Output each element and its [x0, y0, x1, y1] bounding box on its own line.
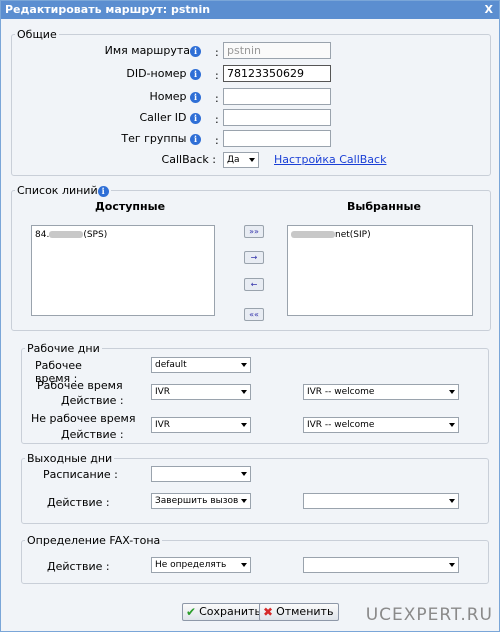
did-label: DID-номер i	[61, 67, 201, 80]
group-tag-input[interactable]	[223, 130, 331, 147]
watermark: UCEXPERT.RU	[365, 605, 493, 625]
group-tag-label: Тег группы i	[61, 132, 201, 145]
info-icon[interactable]: i	[190, 112, 201, 124]
save-button[interactable]: ✔ Сохранить	[182, 603, 267, 621]
weekend-action-target-select[interactable]	[303, 493, 459, 509]
offwork-action-label-2: Действие :	[61, 428, 124, 441]
colon: :	[215, 69, 219, 82]
available-header: Доступные	[95, 200, 166, 213]
info-icon[interactable]: i	[190, 68, 201, 80]
edit-route-dialog: Редактировать маршрут: pstnin X Общие Им…	[0, 0, 500, 632]
number-label: Номер i	[61, 90, 201, 103]
save-button-label: Сохранить	[199, 605, 261, 618]
chevron-down-icon	[249, 158, 255, 162]
redacted-block	[291, 231, 335, 238]
move-left-button[interactable]: ←	[244, 278, 264, 291]
chevron-down-icon	[241, 499, 247, 503]
work-action-label-2: Действие :	[61, 394, 124, 407]
fax-legend: Определение FAX-тона	[27, 534, 161, 547]
fax-action-target-select[interactable]	[303, 557, 459, 573]
callerid-input[interactable]	[223, 109, 331, 126]
checkmark-icon: ✔	[186, 605, 197, 619]
chevron-down-icon	[241, 563, 247, 567]
weekends-legend: Выходные дни	[27, 452, 113, 465]
close-icon: ✖	[263, 605, 274, 619]
callerid-label: Caller ID i	[61, 111, 201, 124]
chevron-down-icon	[241, 363, 247, 367]
did-input[interactable]	[223, 65, 331, 82]
fax-action-label: Действие :	[47, 560, 110, 573]
chevron-down-icon	[449, 499, 455, 503]
work-action-label-1: Рабочее время	[37, 379, 123, 392]
colon: :	[215, 46, 219, 59]
colon: :	[215, 134, 219, 147]
info-icon[interactable]: i	[190, 45, 201, 57]
callback-label: CallBack :	[161, 153, 216, 166]
workdays-legend: Рабочие дни	[27, 342, 100, 355]
fax-action-select[interactable]: Не определять	[151, 557, 251, 573]
info-icon[interactable]: i	[97, 185, 109, 197]
close-button[interactable]: X	[485, 1, 493, 19]
list-item[interactable]: net(SIP)	[291, 230, 469, 240]
colon: :	[215, 113, 219, 126]
lines-legend: Список линий i	[15, 184, 111, 197]
schedule-label: Расписание :	[43, 468, 118, 481]
selected-lines-list[interactable]: net(SIP)	[287, 225, 473, 316]
list-item[interactable]: 84. (SPS)	[35, 230, 211, 240]
cancel-button-label: Отменить	[276, 605, 334, 618]
chevron-down-icon	[241, 423, 247, 427]
callback-select[interactable]: Да	[223, 152, 259, 168]
info-icon[interactable]: i	[190, 91, 201, 103]
route-name-input[interactable]	[223, 42, 331, 59]
dialog-title: Редактировать маршрут: pstnin	[5, 3, 211, 16]
schedule-select[interactable]	[151, 466, 251, 482]
cancel-button[interactable]: ✖ Отменить	[259, 603, 340, 621]
colon: :	[215, 92, 219, 105]
weekend-action-select[interactable]: Завершить вызов	[151, 493, 251, 509]
number-input[interactable]	[223, 88, 331, 105]
weekends-section: Выходные дни	[21, 452, 489, 524]
offwork-action-target-select[interactable]: IVR -- welcome	[303, 417, 459, 433]
move-all-left-button[interactable]: ««	[244, 308, 264, 321]
chevron-down-icon	[241, 472, 247, 476]
callback-settings-link[interactable]: Настройка CallBack	[274, 153, 386, 166]
work-action-select[interactable]: IVR	[151, 384, 251, 400]
chevron-down-icon	[449, 423, 455, 427]
work-action-target-select[interactable]: IVR -- welcome	[303, 384, 459, 400]
offwork-action-select[interactable]: IVR	[151, 417, 251, 433]
weekend-action-label: Действие :	[47, 496, 110, 509]
available-lines-list[interactable]: 84. (SPS)	[31, 225, 215, 316]
route-name-label: Имя маршрута i	[61, 44, 201, 57]
chevron-down-icon	[449, 563, 455, 567]
info-icon[interactable]: i	[190, 133, 201, 145]
dialog-titlebar: Редактировать маршрут: pstnin X	[1, 1, 499, 19]
selected-header: Выбранные	[347, 200, 421, 213]
move-all-right-button[interactable]: »»	[244, 225, 264, 238]
move-right-button[interactable]: →	[244, 251, 264, 264]
general-legend: Общие	[17, 28, 57, 41]
chevron-down-icon	[241, 390, 247, 394]
chevron-down-icon	[449, 390, 455, 394]
redacted-block	[49, 231, 84, 238]
work-time-select[interactable]: default	[151, 357, 251, 373]
offwork-action-label-1: Не рабочее время	[31, 412, 136, 425]
